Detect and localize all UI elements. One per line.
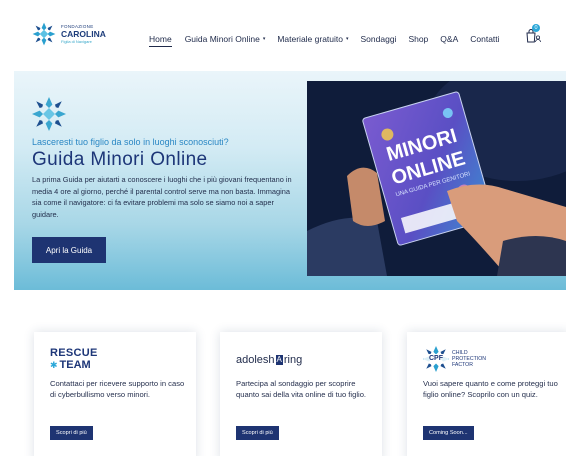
chevron-down-icon: ▾ — [346, 36, 349, 42]
nav-label: Sondaggi — [360, 34, 397, 44]
snowflake-icon — [32, 97, 66, 131]
logo-wordmark: FONDAZIONE CAROLINA Figlia di Navigare — [61, 24, 106, 44]
card-description: Contattaci per ricevere supporto in caso… — [50, 379, 185, 400]
site-logo[interactable]: FONDAZIONE CAROLINA Figlia di Navigare — [32, 22, 106, 46]
nav-label: Contatti — [470, 34, 500, 44]
logo-suffix: ring — [283, 354, 303, 366]
nav-item-sondaggi[interactable]: Sondaggi — [361, 34, 397, 44]
nav-item-materiale-gratuito[interactable]: Materiale gratuito ▾ — [277, 34, 348, 44]
hero-description: La prima Guida per aiutarti a conoscere … — [32, 175, 292, 219]
rescue-team-logo-line-1: RESCUE — [50, 347, 98, 359]
learn-more-button[interactable]: Scopri di più — [236, 426, 279, 440]
chevron-down-icon: ▾ — [262, 36, 266, 42]
nav-item-qa[interactable]: Q&A — [440, 34, 458, 44]
coming-soon-button[interactable]: Coming Soon... — [423, 426, 474, 440]
logo-line-3: Figlia di Navigare — [61, 38, 92, 44]
cpf-logo: CPF CHILD PROTECTION FACTOR — [423, 346, 486, 372]
card-description: Vuoi sapere quanto e come proteggi tuo f… — [423, 379, 558, 400]
open-guide-button[interactable]: Apri la Guida — [32, 237, 106, 263]
hero-title: Guida Minori Online — [32, 149, 208, 170]
nav-label: Guida Minori Online — [184, 34, 260, 44]
nav-label: Shop — [408, 34, 429, 44]
main-nav: Home Guida Minori Online ▾ Materiale grat… — [149, 31, 500, 47]
learn-more-button[interactable]: Scopri di più — [50, 426, 93, 440]
rescue-team-logo-line-2: TEAM — [59, 359, 91, 371]
cpf-snowflake-icon: CPF — [423, 346, 449, 372]
card-adoleshring: adolesh A ring Partecipa al sondaggio pe… — [220, 332, 382, 456]
nav-item-shop[interactable]: Shop — [408, 34, 428, 44]
hero-kicker: Lasceresti tuo figlio da solo in luoghi … — [32, 137, 229, 147]
nav-item-contatti[interactable]: Contatti — [470, 34, 499, 44]
nav-item-home[interactable]: Home — [149, 34, 172, 47]
guide-book-illustration: MINORI ONLINE UNA GUIDA PER GENITORI — [307, 81, 566, 276]
card-child-protection-factor: CPF CHILD PROTECTION FACTOR Vuoi sapere … — [407, 332, 566, 456]
cpf-abbreviation: CPF — [424, 354, 448, 363]
nav-label: Materiale gratuito — [277, 34, 343, 44]
card-description: Partecipa al sondaggio per scoprire quan… — [236, 379, 367, 400]
card-rescue-team: RESCUE ✱ TEAM Contattaci per ricevere su… — [34, 332, 196, 456]
nav-item-guida-minori-online[interactable]: Guida Minori Online ▾ — [185, 34, 266, 44]
snowflake-logo-icon — [32, 22, 56, 46]
logo-line-2: CAROLINA — [61, 29, 106, 39]
adoleshring-logo: adolesh A ring — [236, 354, 302, 366]
nav-label: Home — [149, 34, 172, 44]
cart-count-badge: 0 — [532, 24, 540, 32]
logo-mark: A — [275, 355, 283, 365]
rescue-team-logo: RESCUE ✱ TEAM — [50, 348, 98, 371]
nav-label: Q&A — [440, 34, 459, 44]
site-header: FONDAZIONE CAROLINA Figlia di Navigare H… — [0, 0, 566, 70]
cpf-line-3: FACTOR — [452, 362, 473, 369]
hero-image: MINORI ONLINE UNA GUIDA PER GENITORI — [307, 81, 566, 276]
snowflake-icon: ✱ — [50, 360, 58, 370]
logo-prefix: adolesh — [236, 354, 275, 366]
